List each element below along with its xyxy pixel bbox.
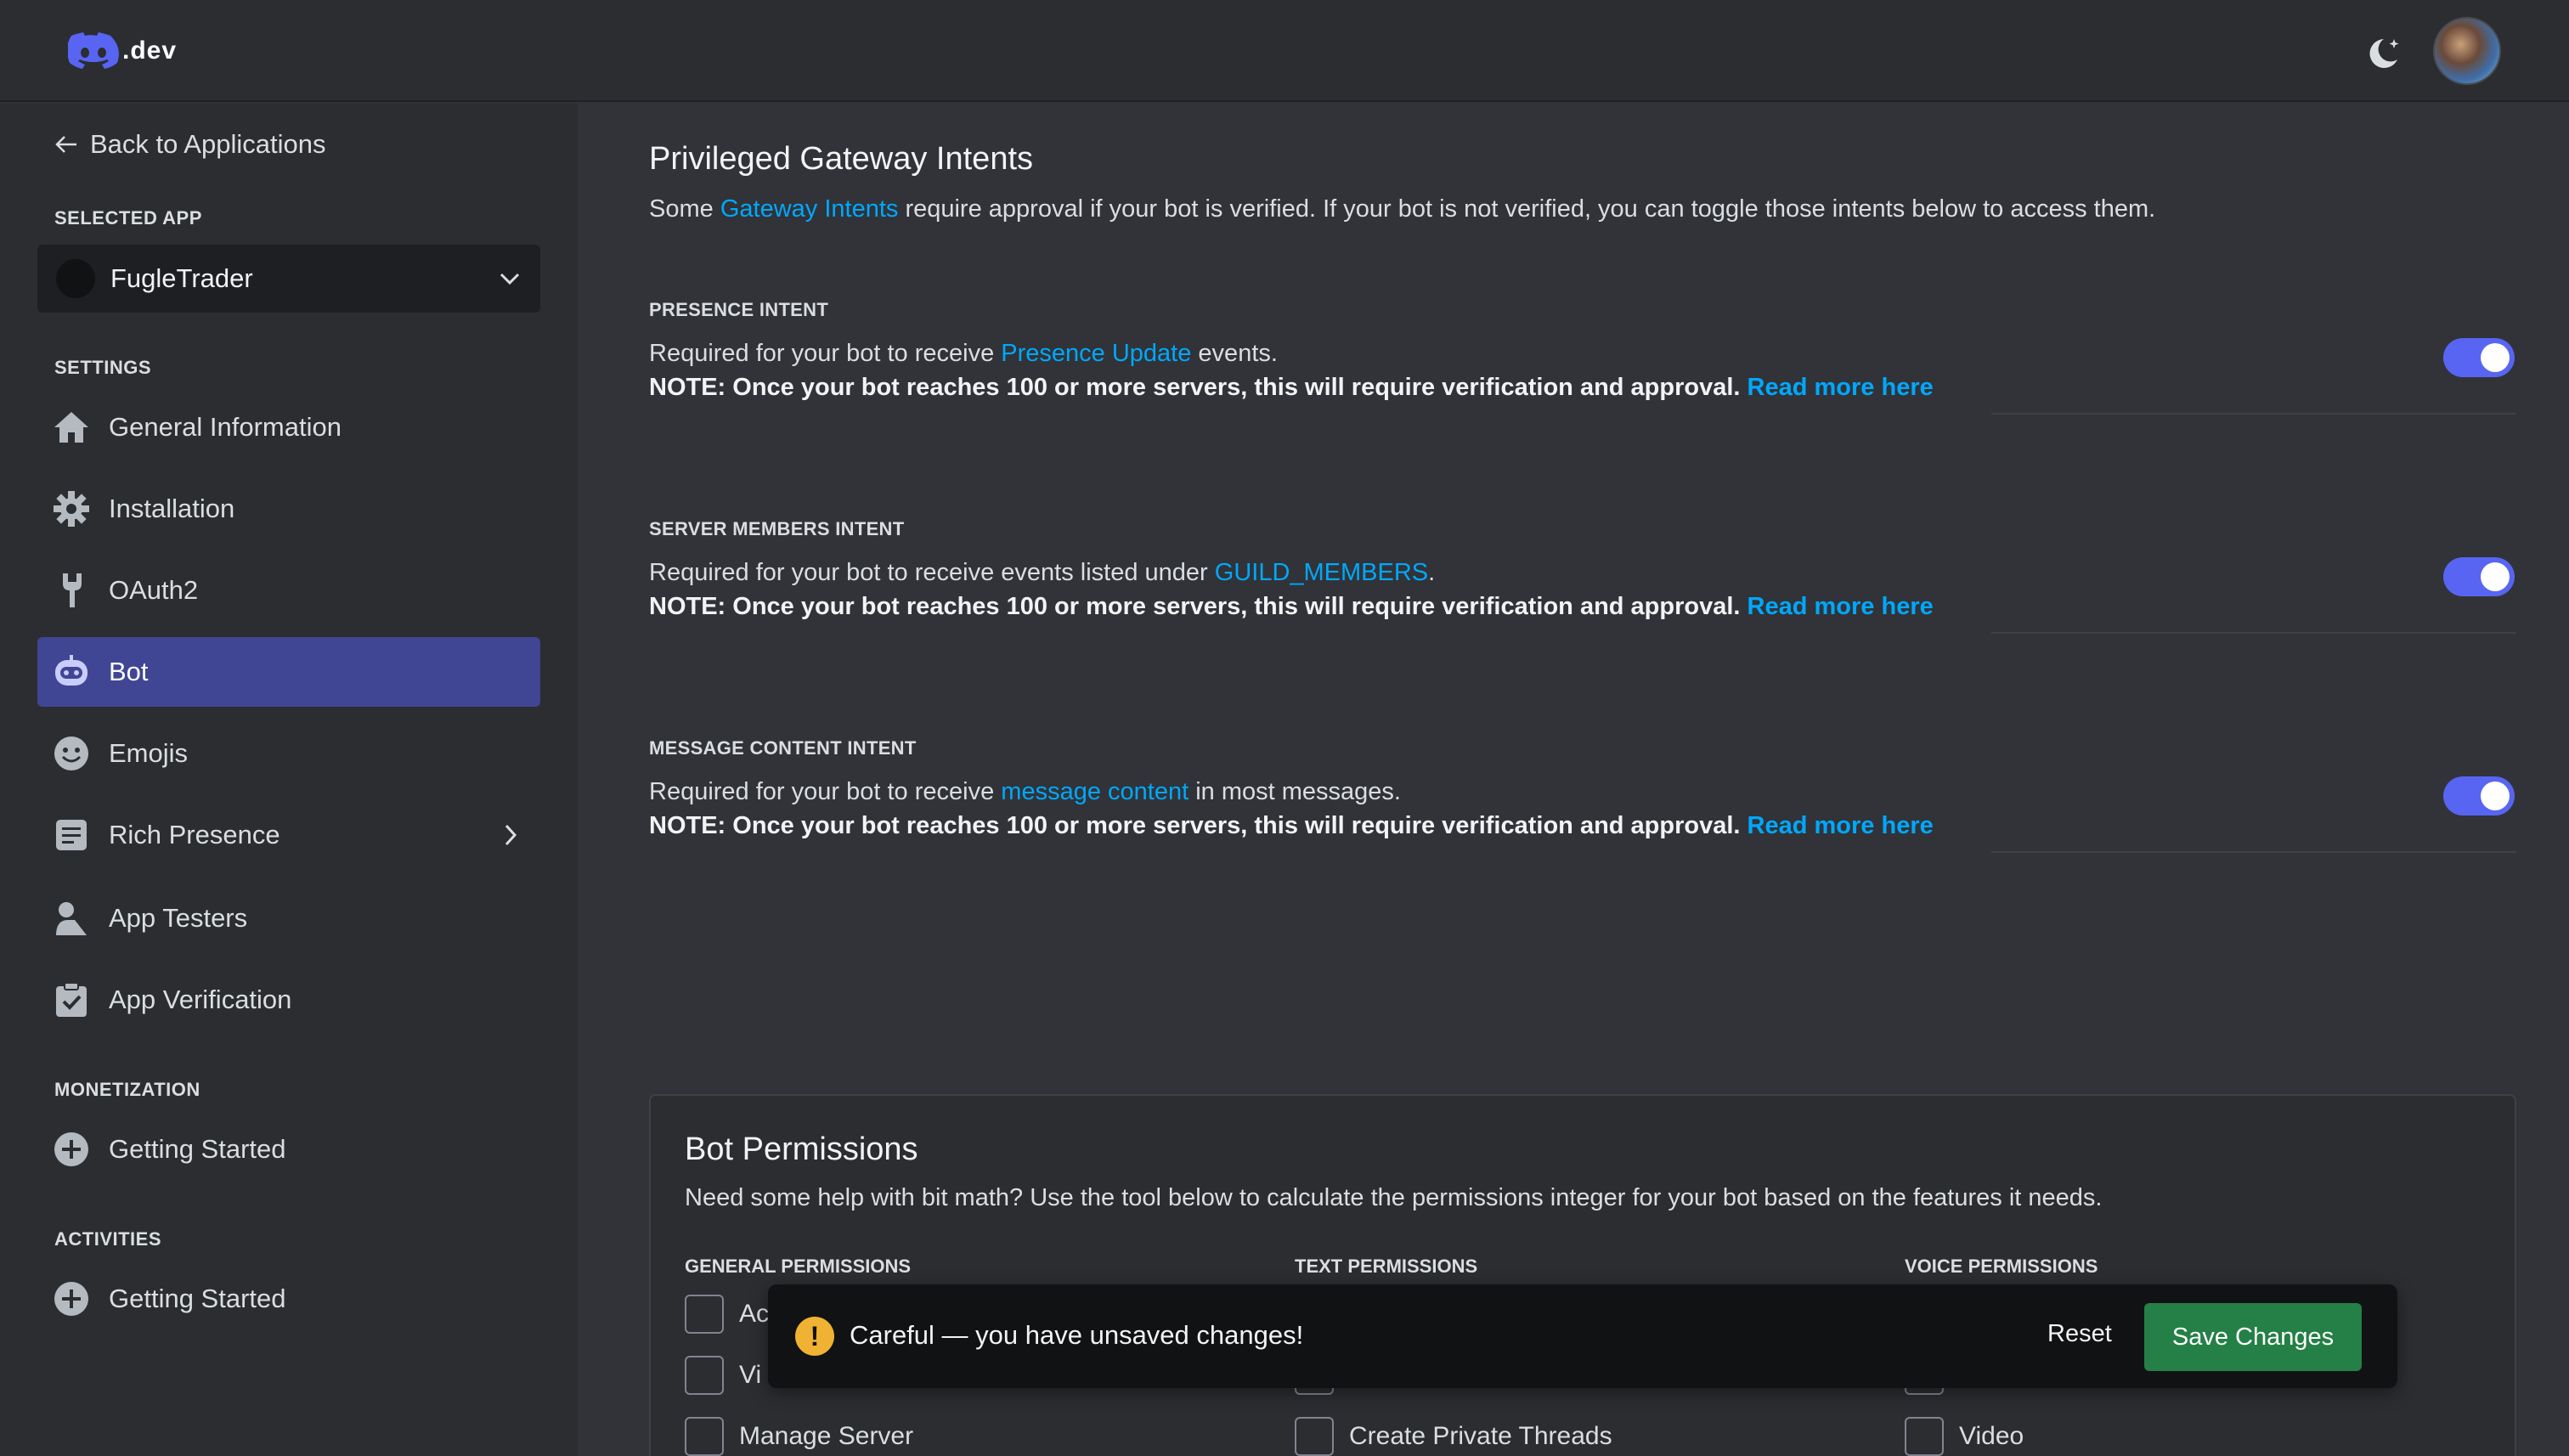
checkbox[interactable] <box>685 1356 724 1395</box>
permission-checkbox-row[interactable]: Manage Server <box>685 1417 913 1456</box>
section-description: Some Gateway Intents require approval if… <box>649 195 2156 223</box>
message-content-intent-toggle[interactable] <box>2443 776 2515 815</box>
server-members-intent-label: SERVER MEMBERS INTENT <box>649 518 905 539</box>
checkbox[interactable] <box>1905 1417 1944 1456</box>
page-section-title: Privileged Gateway Intents <box>649 141 1034 177</box>
save-changes-button[interactable]: Save Changes <box>2144 1303 2362 1371</box>
main-content: Privileged Gateway Intents Some Gateway … <box>649 104 2518 1456</box>
divider <box>1991 632 2516 634</box>
guild-members-link[interactable]: GUILD_MEMBERS <box>1215 559 1428 586</box>
server-members-intent-description: Required for your bot to receive events … <box>649 559 1436 586</box>
monetization-heading: MONETIZATION <box>54 1079 200 1100</box>
divider <box>1991 851 2516 853</box>
gateway-intents-link[interactable]: Gateway Intents <box>720 195 899 223</box>
server-members-intent-toggle[interactable] <box>2443 557 2515 596</box>
voice-permissions-label: VOICE PERMISSIONS <box>1905 1256 2098 1277</box>
bot-icon <box>51 652 92 692</box>
presence-intent-note: NOTE: Once your bot reaches 100 or more … <box>649 374 1934 401</box>
user-icon <box>51 898 92 939</box>
back-to-applications-link[interactable]: Back to Applications <box>54 129 325 160</box>
emoji-icon <box>51 733 92 774</box>
home-icon <box>51 407 92 448</box>
back-label: Back to Applications <box>90 129 326 159</box>
message-content-intent-description: Required for your bot to receive message… <box>649 778 1401 805</box>
sidebar-item-app-testers[interactable]: App Testers <box>37 883 540 953</box>
sidebar-item-monetization-getting-started[interactable]: Getting Started <box>37 1115 540 1184</box>
read-more-link[interactable]: Read more here <box>1747 593 1934 620</box>
settings-heading: SETTINGS <box>54 357 152 378</box>
plus-circle-icon <box>51 1129 92 1170</box>
moon-star-icon[interactable] <box>2363 34 2402 73</box>
checkbox[interactable] <box>685 1417 724 1456</box>
reset-button[interactable]: Reset <box>2047 1320 2112 1348</box>
toggle-knob <box>2481 343 2510 372</box>
app-icon <box>56 259 95 298</box>
chevron-right-icon <box>505 824 517 846</box>
bot-permissions-card: Bot Permissions Need some help with bit … <box>649 1094 2516 1456</box>
discord-logo-icon <box>68 32 119 69</box>
checkbox[interactable] <box>685 1295 724 1334</box>
sidebar-item-app-verification[interactable]: App Verification <box>37 965 540 1035</box>
message-content-intent-label: MESSAGE CONTENT INTENT <box>649 737 917 759</box>
presence-intent-label: PRESENCE INTENT <box>649 299 829 320</box>
wrench-icon <box>51 570 92 611</box>
warning-icon: ! <box>795 1317 834 1356</box>
activities-heading: ACTIVITIES <box>54 1228 162 1250</box>
permission-checkbox-row[interactable]: Vi <box>685 1356 761 1395</box>
unsaved-changes-message: Careful — you have unsaved changes! <box>850 1320 1304 1350</box>
sidebar-item-rich-presence[interactable]: Rich Presence <box>37 800 540 870</box>
sidebar-item-installation[interactable]: Installation <box>37 474 540 544</box>
document-icon <box>51 815 92 855</box>
unsaved-changes-bar: ! Careful — you have unsaved changes! Re… <box>768 1284 2397 1388</box>
logo-text: .dev <box>122 37 178 65</box>
message-content-intent-note: NOTE: Once your bot reaches 100 or more … <box>649 812 1934 839</box>
bot-permissions-title: Bot Permissions <box>685 1132 918 1167</box>
divider <box>1991 413 2516 415</box>
presence-intent-description: Required for your bot to receive Presenc… <box>649 340 1278 367</box>
sidebar-item-bot[interactable]: Bot <box>37 637 540 707</box>
gear-icon <box>51 488 92 529</box>
toggle-knob <box>2481 562 2510 591</box>
read-more-link[interactable]: Read more here <box>1747 374 1934 401</box>
sidebar-item-emojis[interactable]: Emojis <box>37 719 540 788</box>
sidebar-item-activities-getting-started[interactable]: Getting Started <box>37 1264 540 1334</box>
presence-update-link[interactable]: Presence Update <box>1001 340 1191 367</box>
app-selector-dropdown[interactable]: FugleTrader <box>37 245 540 313</box>
permission-checkbox-row[interactable]: Ac <box>685 1295 769 1334</box>
toggle-knob <box>2481 782 2510 810</box>
message-content-link[interactable]: message content <box>1001 778 1189 805</box>
read-more-link[interactable]: Read more here <box>1747 812 1934 839</box>
top-bar: .dev <box>0 0 2569 102</box>
presence-intent-toggle[interactable] <box>2443 338 2515 377</box>
server-members-intent-note: NOTE: Once your bot reaches 100 or more … <box>649 593 1934 620</box>
sidebar: Back to Applications SELECTED APP FugleT… <box>0 104 578 1456</box>
sidebar-item-general-information[interactable]: General Information <box>37 392 540 462</box>
plus-circle-icon <box>51 1278 92 1319</box>
text-permissions-label: TEXT PERMISSIONS <box>1295 1256 1478 1277</box>
general-permissions-label: GENERAL PERMISSIONS <box>685 1256 912 1277</box>
arrow-left-icon <box>55 136 76 153</box>
permission-checkbox-row[interactable]: Create Private Threads <box>1295 1417 1612 1456</box>
bot-permissions-description: Need some help with bit math? Use the to… <box>685 1184 2103 1211</box>
user-avatar[interactable] <box>2433 17 2501 85</box>
permission-checkbox-row[interactable]: Video <box>1905 1417 2024 1456</box>
checkbox[interactable] <box>1295 1417 1334 1456</box>
sidebar-item-oauth2[interactable]: OAuth2 <box>37 556 540 625</box>
selected-app-heading: SELECTED APP <box>54 207 202 229</box>
discord-dev-logo[interactable]: .dev <box>68 32 177 70</box>
chevron-down-icon <box>500 273 520 285</box>
clipboard-check-icon <box>51 979 92 1020</box>
app-name: FugleTrader <box>110 263 253 293</box>
